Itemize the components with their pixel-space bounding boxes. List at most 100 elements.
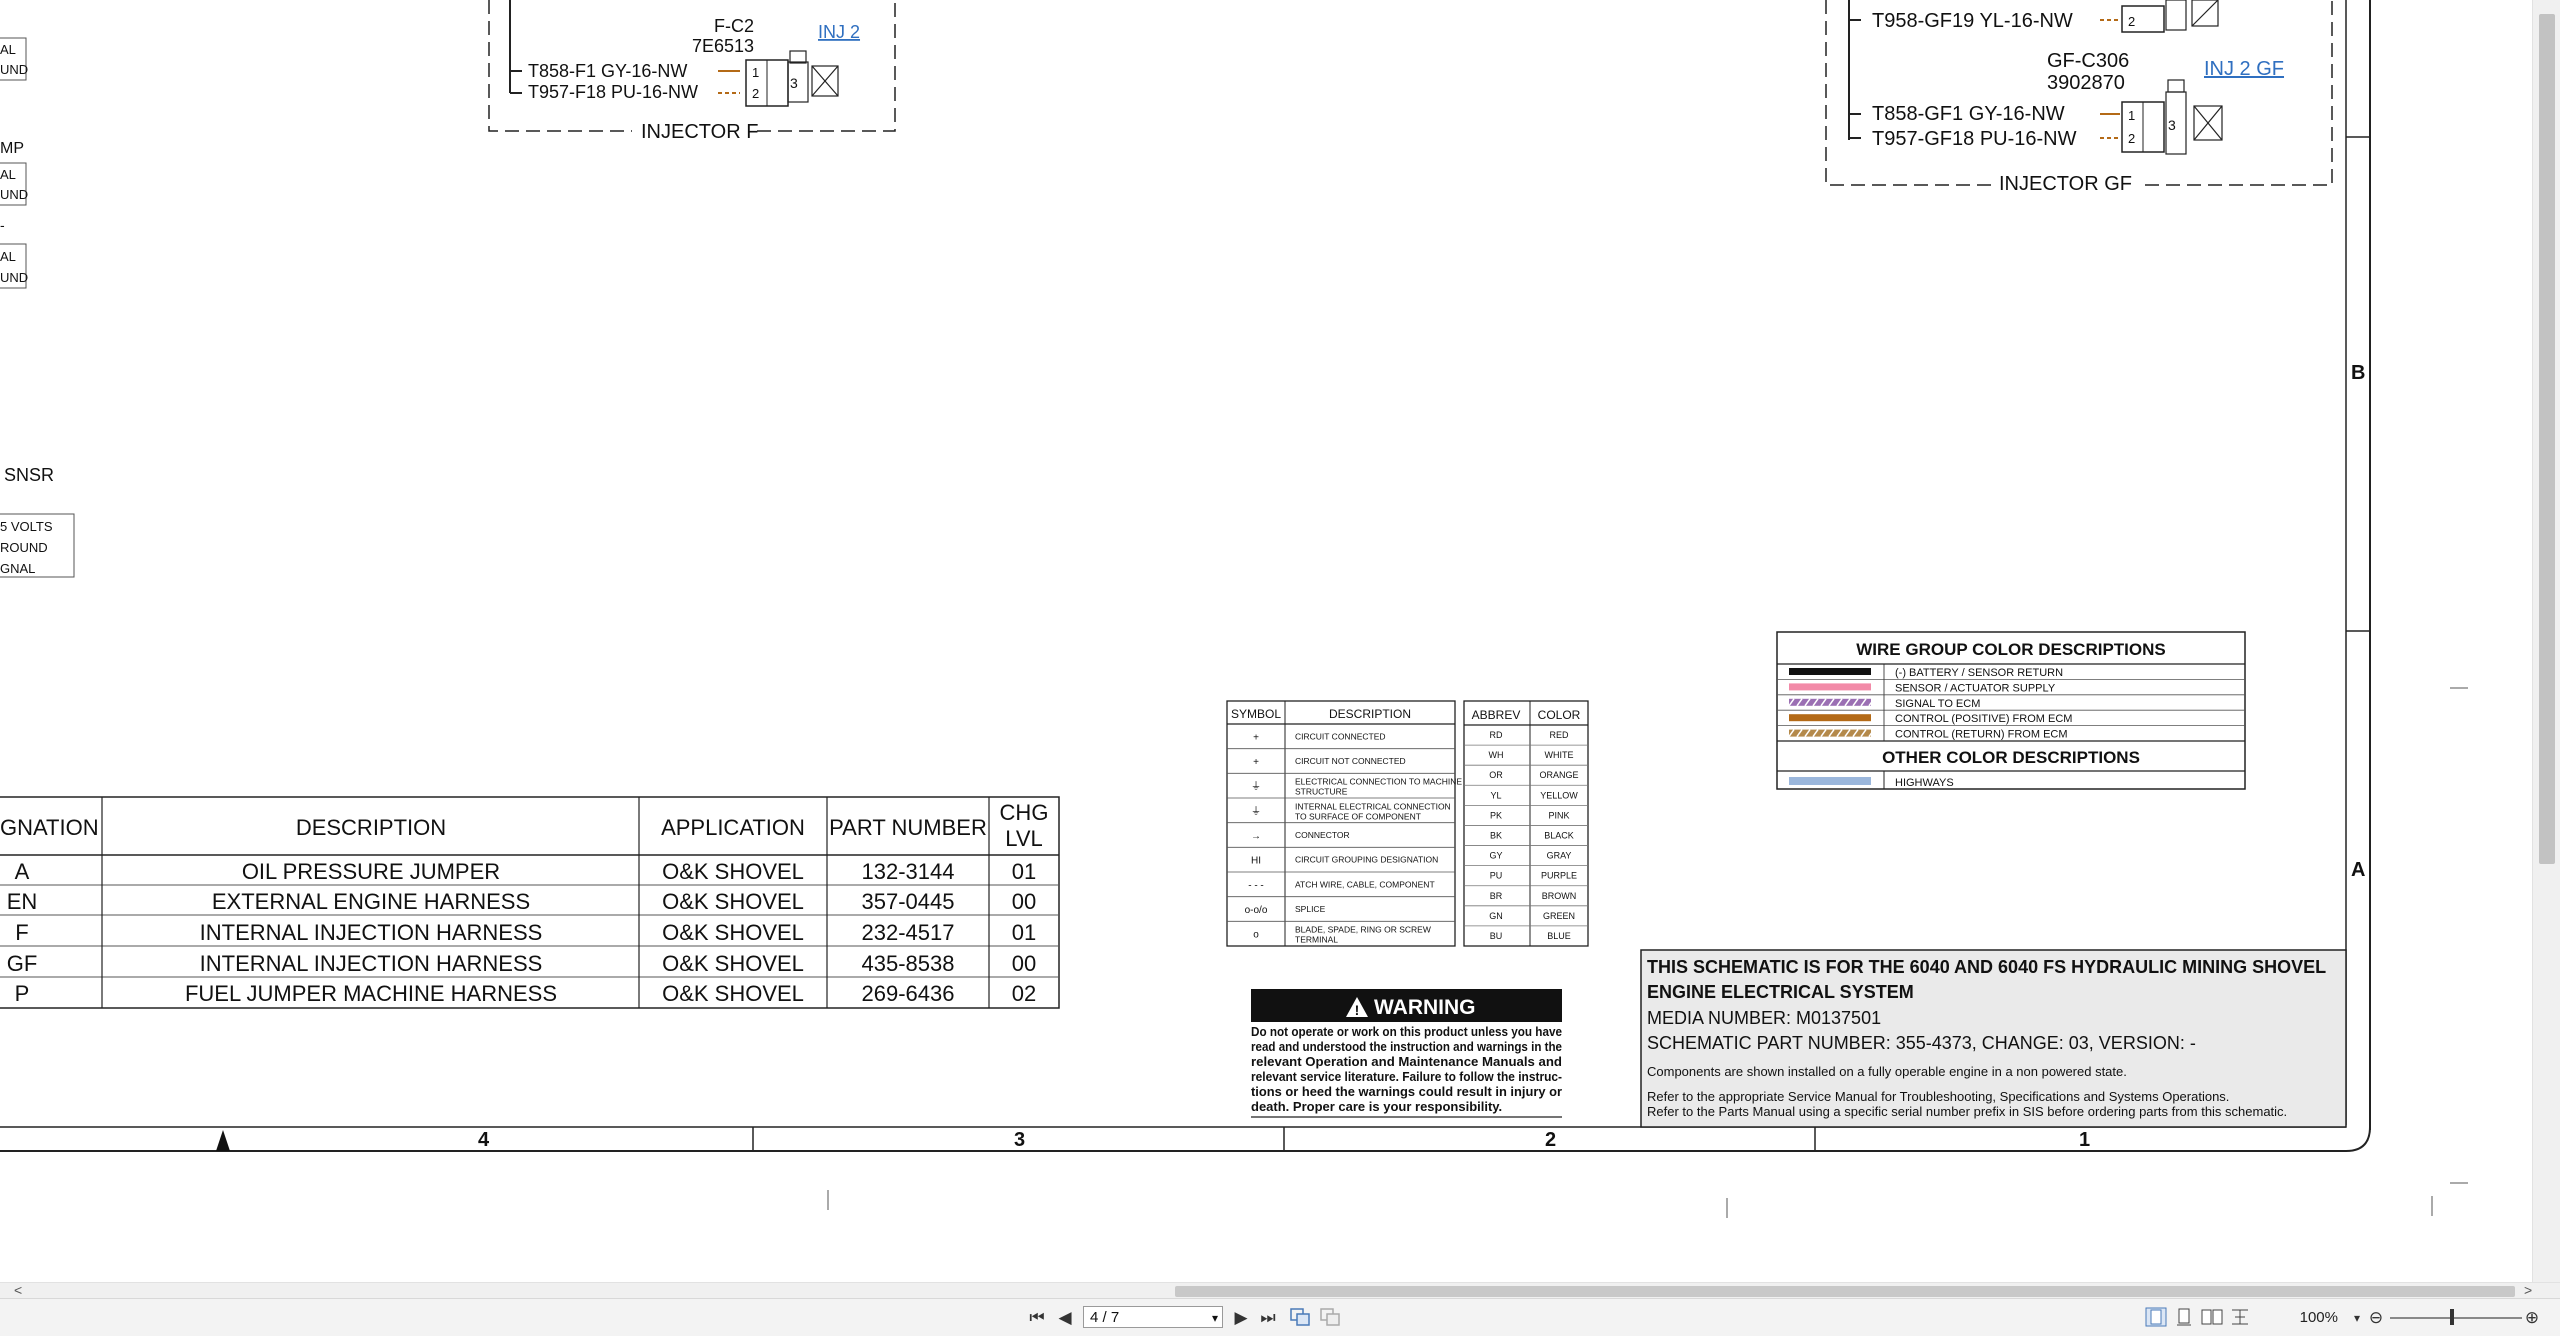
svg-text:CHG: CHG [1000, 800, 1049, 825]
svg-text:BK: BK [1490, 831, 1502, 841]
svg-text:TO SURFACE OF COMPONENT: TO SURFACE OF COMPONENT [1295, 811, 1421, 821]
svg-text:WH: WH [1489, 750, 1504, 760]
vertical-scroll-thumb[interactable] [2539, 14, 2555, 864]
inj-2-gf-link[interactable]: INJ 2 GF [2204, 58, 2284, 80]
scroll-view-icon[interactable] [2172, 1307, 2196, 1329]
page-number-input[interactable]: 4 / 7 ▾ [1083, 1306, 1223, 1328]
wire-group-table: WIRE GROUP COLOR DESCRIPTIONS (-) BATTER… [1776, 631, 2246, 790]
single-page-view-icon[interactable] [2144, 1307, 2168, 1329]
continuous-view-icon[interactable] [1318, 1307, 1342, 1329]
color-row: OR ORANGE [1464, 764, 1588, 780]
document-viewport[interactable]: AL UND MP AL UND - AL UND SNSR 5 VOLTS R… [0, 0, 2532, 1282]
svg-text:Do not operate or work on this: Do not operate or work on this product u… [1251, 1024, 1562, 1039]
svg-text:T957-F18 PU-16-NW: T957-F18 PU-16-NW [528, 82, 698, 102]
scroll-left-arrow[interactable]: < [14, 1282, 22, 1298]
svg-text:death. Proper care is your res: death. Proper care is your responsibilit… [1251, 1099, 1502, 1114]
page-dropdown-icon[interactable]: ▾ [1212, 1307, 1218, 1329]
svg-text:Components are shown installed: Components are shown installed on a full… [1647, 1064, 2127, 1079]
svg-text:OIL PRESSURE JUMPER: OIL PRESSURE JUMPER [242, 859, 500, 884]
horizontal-scrollbar[interactable]: < > [0, 1282, 2560, 1299]
svg-text:YELLOW: YELLOW [1540, 790, 1578, 800]
zoom-out-button[interactable]: ⊖ [2366, 1307, 2386, 1329]
svg-text:→: → [1251, 831, 1261, 842]
svg-text:5 VOLTS: 5 VOLTS [0, 519, 53, 534]
wire-color-swatch [1789, 683, 1871, 691]
svg-text:INJECTOR GF: INJECTOR GF [1999, 173, 2132, 195]
svg-text:AL: AL [0, 167, 16, 182]
svg-text:INJECTOR F: INJECTOR F [641, 121, 758, 143]
svg-text:3: 3 [790, 75, 798, 91]
svg-text:T858-GF1 GY-16-NW: T858-GF1 GY-16-NW [1872, 103, 2065, 125]
svg-text:P: P [15, 981, 30, 1006]
svg-text:+: + [1253, 732, 1259, 743]
svg-text:SPLICE: SPLICE [1295, 904, 1326, 914]
schematic-page: AL UND MP AL UND - AL UND SNSR 5 VOLTS R… [0, 0, 2468, 1218]
wire-group-row: (-) BATTERY / SENSOR RETURN [1789, 664, 2063, 680]
svg-text:2: 2 [752, 86, 759, 101]
svg-text:ABBREV: ABBREV [1472, 708, 1521, 722]
vertical-scrollbar[interactable] [2532, 0, 2560, 1282]
svg-text:relevant Operation and Mainten: relevant Operation and Maintenance Manua… [1251, 1054, 1562, 1069]
zoom-slider-thumb[interactable] [2450, 1309, 2454, 1325]
svg-text:EXTERNAL ENGINE HARNESS: EXTERNAL ENGINE HARNESS [212, 889, 530, 914]
zone-b-label: B [2351, 362, 2365, 384]
column-2-label: 2 [1545, 1129, 1556, 1151]
zoom-in-button[interactable]: ⊕ [2522, 1307, 2542, 1329]
table-row: P FUEL JUMPER MACHINE HARNESS O&K SHOVEL… [15, 981, 1037, 1006]
next-page-button[interactable]: ▶ [1230, 1307, 1252, 1329]
svg-text:ATCH WIRE, CABLE, COMPONENT: ATCH WIRE, CABLE, COMPONENT [1295, 879, 1435, 889]
color-row: PK PINK [1464, 804, 1588, 820]
svg-text:Refer to the Parts Manual usin: Refer to the Parts Manual using a specif… [1647, 1104, 2287, 1119]
color-row: YL YELLOW [1464, 784, 1588, 800]
svg-text:O&K SHOVEL: O&K SHOVEL [662, 920, 804, 945]
horizontal-scroll-thumb[interactable] [1175, 1286, 2515, 1297]
svg-text:SCHEMATIC PART NUMBER: 355-437: SCHEMATIC PART NUMBER: 355-4373, CHANGE:… [1647, 1033, 2196, 1053]
svg-text:WARNING: WARNING [1374, 996, 1476, 1019]
svg-text:INTERNAL ELECTRICAL CONNECTION: INTERNAL ELECTRICAL CONNECTION [1295, 801, 1451, 811]
svg-text:A: A [15, 859, 30, 884]
svg-text:O&K SHOVEL: O&K SHOVEL [662, 981, 804, 1006]
zoom-level[interactable]: 100% [2278, 1307, 2338, 1329]
svg-text:1: 1 [752, 65, 759, 80]
zoom-slider-track[interactable] [2390, 1317, 2522, 1319]
svg-text:!: ! [1355, 1002, 1360, 1018]
svg-text:APPLICATION: APPLICATION [661, 815, 805, 840]
svg-text:CIRCUIT NOT CONNECTED: CIRCUIT NOT CONNECTED [1295, 756, 1406, 766]
svg-text:435-8538: 435-8538 [862, 951, 955, 976]
symbol-row: ⏚ INTERNAL ELECTRICAL CONNECTIONTO SURFAC… [1227, 797, 1455, 821]
svg-text:COLOR: COLOR [1538, 708, 1581, 722]
color-row: PU PURPLE [1464, 865, 1588, 881]
prev-page-button[interactable]: ◀ [1054, 1307, 1076, 1329]
svg-text:PURPLE: PURPLE [1541, 871, 1577, 881]
svg-text:⏚: ⏚ [1251, 781, 1261, 793]
svg-text:INTERNAL INJECTION HARNESS: INTERNAL INJECTION HARNESS [200, 951, 543, 976]
svg-text:CIRCUIT GROUPING DESIGNATION: CIRCUIT GROUPING DESIGNATION [1295, 855, 1438, 865]
fit-view-icon[interactable] [2228, 1307, 2252, 1329]
viewer-toolbar: ⏮ ◀ 4 / 7 ▾ ▶ ⏭ 100% ▾ ⊖ ⊕ [0, 1298, 2560, 1336]
first-page-button[interactable]: ⏮ [1026, 1307, 1048, 1329]
scroll-right-arrow[interactable]: > [2524, 1282, 2532, 1298]
svg-text:OR: OR [1489, 770, 1503, 780]
table-row: F INTERNAL INJECTION HARNESS O&K SHOVEL … [15, 920, 1036, 945]
symbol-row: HI CIRCUIT GROUPING DESIGNATION [1227, 846, 1455, 867]
svg-text:o: o [1253, 930, 1259, 941]
svg-text:2: 2 [2128, 14, 2135, 29]
svg-text:3902870: 3902870 [2047, 72, 2125, 94]
svg-text:DESCRIPTION: DESCRIPTION [296, 815, 446, 840]
svg-text:WIRE GROUP COLOR DESCRIPTIONS: WIRE GROUP COLOR DESCRIPTIONS [1856, 640, 2166, 659]
svg-text:CONNECTOR: CONNECTOR [1295, 830, 1350, 840]
inj-2-link[interactable]: INJ 2 [818, 22, 860, 42]
svg-text:SENSOR / ACTUATOR SUPPLY: SENSOR / ACTUATOR SUPPLY [1895, 682, 2056, 694]
two-page-view-icon[interactable] [2200, 1307, 2224, 1329]
svg-text:7E6513: 7E6513 [692, 36, 754, 56]
svg-text:AL: AL [0, 249, 16, 264]
svg-text:SYMBOL: SYMBOL [1231, 707, 1281, 721]
last-page-button[interactable]: ⏭ [1256, 1307, 1280, 1329]
zoom-dropdown-icon[interactable]: ▾ [2350, 1307, 2364, 1329]
color-row: BK BLACK [1464, 825, 1588, 841]
rotate-view-icon[interactable] [1288, 1307, 1312, 1329]
table-row: GF INTERNAL INJECTION HARNESS O&K SHOVEL… [7, 951, 1037, 976]
svg-text:01: 01 [1012, 920, 1036, 945]
svg-text:ENGINE ELECTRICAL SYSTEM: ENGINE ELECTRICAL SYSTEM [1647, 982, 1914, 1002]
svg-text:F-C2: F-C2 [714, 16, 754, 36]
